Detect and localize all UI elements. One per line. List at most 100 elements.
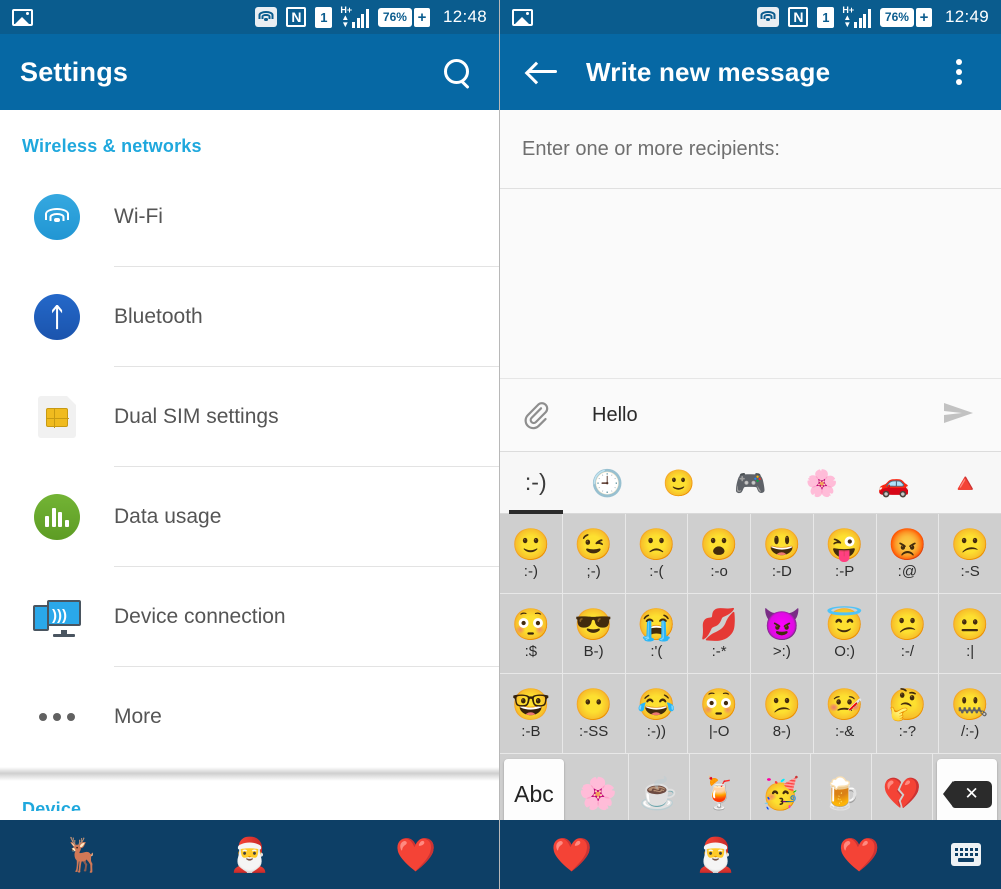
- emoji-key[interactable]: 🤒:-&: [813, 674, 877, 754]
- emoji-code: :-*: [711, 642, 727, 660]
- emoji-glyph: 😇: [825, 606, 864, 642]
- emoji-glyph: 😐: [950, 606, 990, 642]
- message-input[interactable]: Hello: [554, 404, 937, 427]
- emoji-glyph: 😮: [699, 526, 739, 562]
- search-button[interactable]: [435, 50, 479, 94]
- settings-list[interactable]: Wireless & networks Wi-Fi ᛏ Bluetooth Du…: [0, 110, 499, 889]
- emoji-glyph: 🤐: [950, 686, 990, 722]
- status-bar-left-group: [12, 8, 255, 26]
- emoji-key[interactable]: 💋:-*: [688, 594, 751, 674]
- nav-button-keyboard[interactable]: [931, 843, 1001, 866]
- emoji-key[interactable]: 😇 O:): [813, 594, 877, 674]
- cellular-signal-icon: H+ ▲ ▼: [842, 5, 871, 28]
- emoji-key[interactable]: 😜:-P: [813, 514, 877, 594]
- tab-nature[interactable]: 🌸: [786, 452, 858, 514]
- settings-label-wifi: Wi-Fi: [114, 167, 499, 267]
- emoji-key[interactable]: 😕:-/: [876, 594, 940, 674]
- attach-button[interactable]: [520, 398, 554, 432]
- emoji-key[interactable]: 😉 ;-): [562, 514, 626, 594]
- recipients-placeholder: Enter one or more recipients:: [522, 137, 780, 160]
- settings-row-more[interactable]: More: [0, 667, 499, 767]
- settings-row-device-connection[interactable]: ))) Device connection: [0, 567, 499, 667]
- emoji-key[interactable]: 😈 >:): [751, 594, 814, 674]
- sim-indicator-icon: 1: [315, 6, 333, 28]
- back-button[interactable]: [520, 50, 564, 94]
- emoji-code: ;-): [586, 562, 601, 580]
- settings-pane: N 1 H+ ▲ ▼ 76% + 12:48 Settings Wireless…: [0, 0, 500, 889]
- nav-button-santa[interactable]: 🎅: [166, 838, 332, 871]
- heart-mitten-icon: ❤️: [551, 836, 593, 873]
- recipients-field[interactable]: Enter one or more recipients:: [500, 110, 1001, 189]
- status-bar-right-left-group: [512, 8, 757, 26]
- messaging-pane: N 1 H+ ▲▼ 76% + 12:49 Write new message: [500, 0, 1001, 889]
- emoji-key[interactable]: 😶:-SS: [562, 674, 626, 754]
- nfc-icon: N: [788, 7, 809, 27]
- emoji-key[interactable]: 😡:@: [876, 514, 940, 594]
- blossom-icon: 🌸: [805, 467, 839, 498]
- emoji-code: :-)): [646, 722, 666, 740]
- smiling-face-icon: 🙂: [662, 467, 696, 498]
- emoji-code: :'(: [650, 642, 663, 660]
- settings-label-device-connection: Device connection: [114, 567, 499, 667]
- nav-button-heart-1[interactable]: ❤️: [500, 838, 644, 871]
- emoji-key[interactable]: 😃:-D: [751, 514, 814, 594]
- tab-emoticons[interactable]: 🙂: [643, 452, 715, 514]
- nav-button-heart[interactable]: ❤️: [333, 838, 499, 871]
- tab-travel[interactable]: 🚗: [858, 452, 930, 514]
- nav-button-reindeer[interactable]: 🦌: [0, 838, 166, 871]
- data-arrows-icon: ▲ ▼: [341, 12, 350, 29]
- santa-icon: 🎅: [228, 836, 271, 873]
- nav-button-heart-2[interactable]: ❤️: [787, 838, 931, 871]
- wifi-setting-icon: [0, 194, 114, 240]
- settings-row-dual-sim[interactable]: Dual SIM settings: [0, 367, 499, 467]
- emoji-glyph: 🙂: [511, 526, 551, 562]
- photo-icon: [12, 8, 33, 26]
- emoji-key[interactable]: 😐:|: [939, 594, 1001, 674]
- compose-row: Hello: [500, 379, 1001, 452]
- emoji-key[interactable]: 😭:'(: [625, 594, 689, 674]
- bar-chart-icon: [0, 494, 114, 540]
- emoji-key[interactable]: 😳:$: [500, 594, 563, 674]
- tab-recent[interactable]: 🕘: [572, 452, 644, 514]
- emoji-glyph: 🤓: [511, 686, 551, 722]
- send-button[interactable]: [937, 398, 981, 432]
- emoji-code: >:): [772, 642, 791, 660]
- emoji-key[interactable]: 😳 |-O: [688, 674, 751, 754]
- backspace-key[interactable]: ✕: [937, 759, 997, 829]
- beer-emoji: 🍺: [822, 775, 861, 811]
- tab-symbols[interactable]: 🔺: [929, 452, 1001, 514]
- battery-level-label: 76%: [377, 7, 412, 27]
- status-clock: 12:48: [442, 7, 487, 26]
- abc-key[interactable]: Abc: [504, 759, 564, 829]
- nav-button-santa[interactable]: 🎅: [644, 838, 788, 871]
- coffee-emoji: ☕: [639, 775, 678, 811]
- emoji-key[interactable]: 🙂:-): [500, 514, 563, 594]
- emoji-key[interactable]: 😂:-)): [625, 674, 689, 754]
- emoji-row: 🤓:-B 😶:-SS 😂:-)) 😳 |-O 😕 8-) 🤒:-& 🤔:-? 🤐/:…: [500, 674, 1001, 754]
- emoji-code: |-O: [708, 722, 730, 740]
- emoji-code: :-D: [771, 562, 792, 580]
- settings-row-wifi[interactable]: Wi-Fi: [0, 167, 499, 267]
- overflow-menu-button[interactable]: [937, 50, 981, 94]
- battery-plus-icon: +: [413, 7, 430, 27]
- status-bar-right: N 1 H+ ▲ ▼ 76% + 12:49: [500, 0, 1001, 34]
- emoji-key[interactable]: 🤐/:-): [939, 674, 1001, 754]
- emoji-key[interactable]: 🤓:-B: [500, 674, 563, 754]
- emoji-code: :-P: [835, 562, 855, 580]
- settings-row-bluetooth[interactable]: ᛏ Bluetooth: [0, 267, 499, 367]
- wifi-icon: [757, 7, 780, 27]
- emoji-key[interactable]: 😮:-o: [688, 514, 751, 594]
- emoji-key[interactable]: 😕:-S: [939, 514, 1001, 594]
- tab-activities[interactable]: 🎮: [715, 452, 787, 514]
- tab-smileys[interactable]: :-): [500, 452, 572, 514]
- emoji-key[interactable]: 😎 B-): [562, 594, 626, 674]
- battery-level-label: 76%: [879, 7, 914, 27]
- emoji-category-tabs: :-) 🕘 🙂 🎮 🌸 🚗 🔺: [500, 452, 1001, 514]
- emoji-key[interactable]: 😕 8-): [751, 674, 814, 754]
- settings-row-data-usage[interactable]: Data usage: [0, 467, 499, 567]
- emoji-key[interactable]: 🤔:-?: [876, 674, 940, 754]
- emoji-glyph: 😜: [825, 526, 864, 562]
- status-bar-right-group: N 1 H+ ▲ ▼ 76% + 12:48: [255, 5, 487, 29]
- sim-card-icon: [0, 396, 114, 438]
- emoji-key[interactable]: 🙁:-(: [625, 514, 689, 594]
